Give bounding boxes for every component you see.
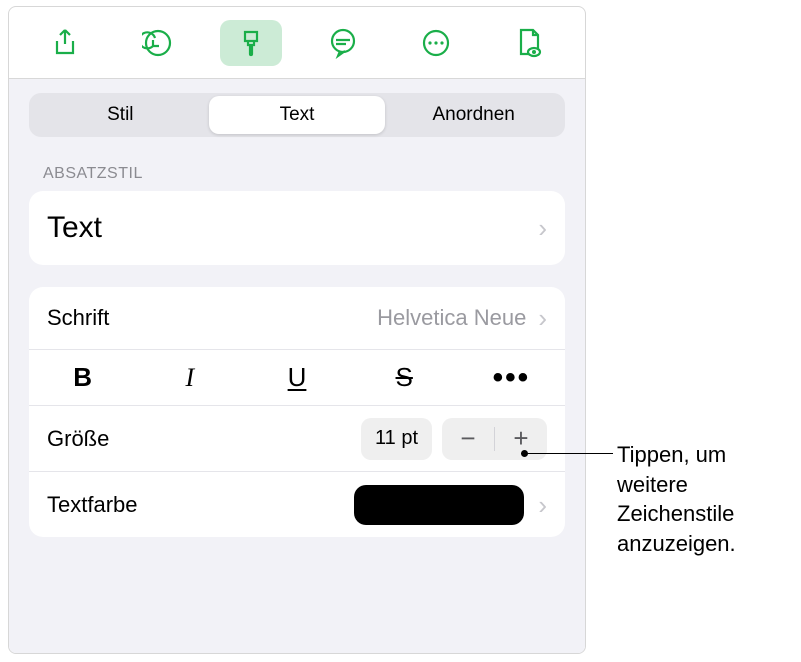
- underline-label: U: [288, 362, 307, 393]
- more-button[interactable]: [405, 20, 467, 66]
- bold-button[interactable]: B: [29, 350, 136, 405]
- speech-icon: [327, 27, 359, 59]
- strike-button[interactable]: S: [351, 350, 458, 405]
- share-button[interactable]: [34, 20, 96, 66]
- minus-icon: −: [460, 423, 475, 454]
- ellipsis-icon: •••: [493, 361, 531, 395]
- panel-body: Stil Text Anordnen ABSATZSTIL Text › Sch…: [9, 79, 585, 653]
- top-toolbar: [9, 7, 585, 79]
- tab-label: Stil: [107, 104, 133, 126]
- text-color-row[interactable]: Textfarbe ›: [29, 471, 565, 537]
- segmented-tabs: Stil Text Anordnen: [29, 93, 565, 137]
- section-paragraph-style-label: ABSATZSTIL: [43, 165, 551, 183]
- font-card: Schrift Helvetica Neue › B I U S ••• Grö…: [29, 287, 565, 537]
- document-eye-icon: [514, 27, 544, 59]
- format-button[interactable]: [220, 20, 282, 66]
- chevron-right-icon: ›: [534, 305, 547, 331]
- tab-label: Text: [280, 104, 315, 126]
- brush-icon: [235, 27, 267, 59]
- font-label: Schrift: [47, 305, 109, 331]
- format-panel: Stil Text Anordnen ABSATZSTIL Text › Sch…: [8, 6, 586, 654]
- size-row: Größe 11 pt − +: [29, 405, 565, 471]
- chevron-right-icon: ›: [534, 492, 547, 518]
- more-styles-button[interactable]: •••: [458, 350, 565, 405]
- paragraph-style-card: Text ›: [29, 191, 565, 265]
- italic-label: I: [185, 363, 194, 393]
- undo-icon: [142, 27, 174, 59]
- tab-text[interactable]: Text: [209, 96, 386, 134]
- color-swatch[interactable]: [354, 485, 524, 525]
- document-button[interactable]: [498, 20, 560, 66]
- tab-arrange[interactable]: Anordnen: [385, 96, 562, 134]
- size-label: Größe: [47, 426, 109, 452]
- undo-button[interactable]: [127, 20, 189, 66]
- underline-button[interactable]: U: [243, 350, 350, 405]
- font-row[interactable]: Schrift Helvetica Neue ›: [29, 287, 565, 349]
- font-value: Helvetica Neue: [377, 305, 534, 331]
- strike-label: S: [396, 362, 413, 393]
- text-color-label: Textfarbe: [47, 492, 138, 518]
- size-value: 11 pt: [375, 427, 418, 450]
- italic-button[interactable]: I: [136, 350, 243, 405]
- size-value-box[interactable]: 11 pt: [361, 418, 432, 460]
- size-decrease-button[interactable]: −: [442, 418, 494, 460]
- tab-label: Anordnen: [432, 104, 514, 126]
- comment-button[interactable]: [312, 20, 374, 66]
- chevron-right-icon: ›: [534, 215, 547, 241]
- share-icon: [50, 28, 80, 58]
- paragraph-style-row[interactable]: Text ›: [29, 191, 565, 265]
- tab-style[interactable]: Stil: [32, 96, 209, 134]
- callout-line: [521, 453, 613, 454]
- style-row: B I U S •••: [29, 349, 565, 405]
- paragraph-style-value: Text: [47, 211, 102, 245]
- plus-icon: +: [513, 423, 528, 454]
- callout-text: Tippen, um weitere Zeichenstile anzuzeig…: [617, 440, 792, 559]
- ellipsis-circle-icon: [420, 27, 452, 59]
- bold-label: B: [73, 362, 92, 393]
